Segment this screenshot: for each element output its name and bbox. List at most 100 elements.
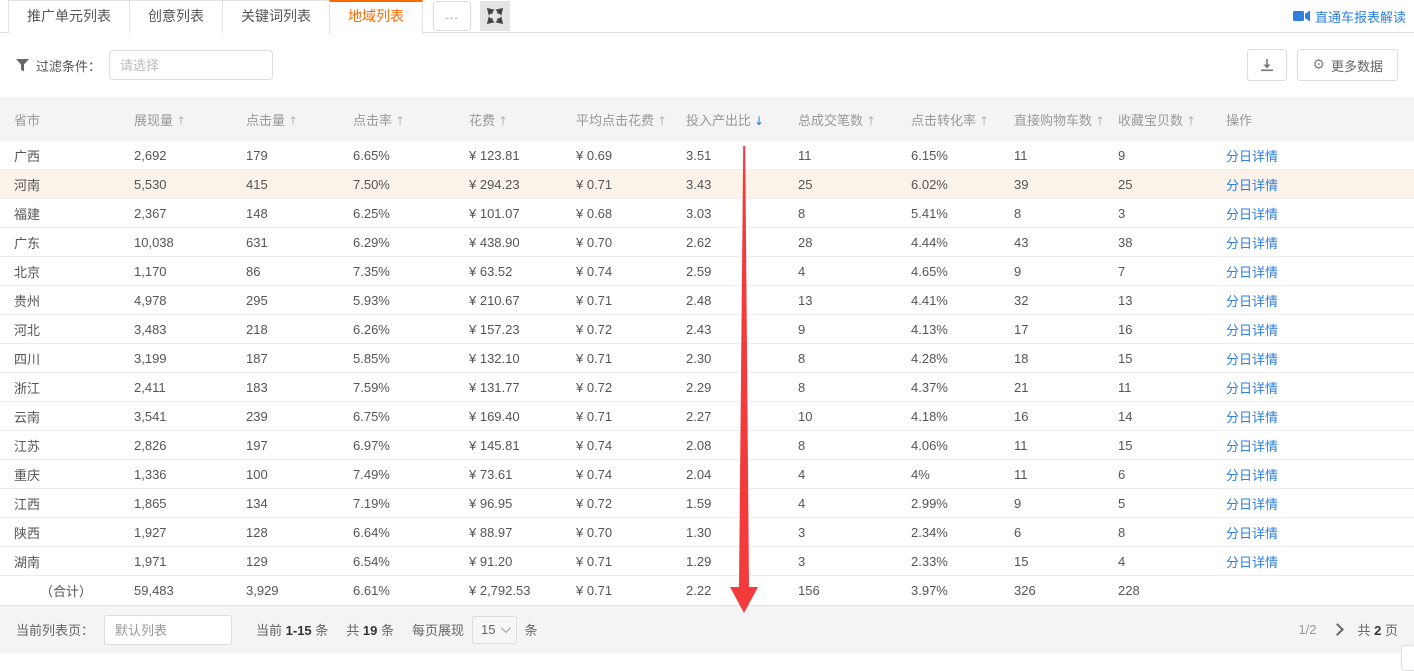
tab-creative-list[interactable]: 创意列表 (129, 0, 223, 33)
daily-detail-link[interactable]: 分日详情 (1226, 352, 1278, 367)
value-cell: 1,927 (134, 525, 246, 540)
province-cell: （合计） (0, 581, 134, 600)
report-interpretation-link[interactable]: 直通车报表解读 (1293, 7, 1406, 26)
value-cell: 7.49% (353, 467, 469, 482)
daily-detail-link[interactable]: 分日详情 (1226, 497, 1278, 512)
action-cell: 分日详情 (1226, 175, 1414, 194)
tab-region-list[interactable]: 地域列表 (329, 0, 423, 34)
table-row: 贵州4,9782955.93%¥ 210.67¥ 0.712.48134.41%… (0, 286, 1414, 315)
filter-select-input[interactable] (109, 50, 273, 80)
value-cell: 6.54% (353, 554, 469, 569)
tab-promotion-unit-list[interactable]: 推广单元列表 (8, 0, 130, 33)
value-cell: 16 (1014, 409, 1118, 424)
tab-keyword-list[interactable]: 关键词列表 (222, 0, 330, 33)
value-cell: 295 (246, 293, 353, 308)
column-header[interactable]: 花费↑ (469, 110, 576, 129)
value-cell: 6.25% (353, 206, 469, 221)
value-cell: 8 (798, 380, 911, 395)
page-size-select[interactable]: 15 (472, 616, 516, 644)
value-cell: 3,541 (134, 409, 246, 424)
value-cell: 4.18% (911, 409, 1014, 424)
next-page-button[interactable] (1331, 623, 1344, 636)
daily-detail-link[interactable]: 分日详情 (1226, 468, 1278, 483)
download-button[interactable] (1247, 49, 1287, 81)
sort-up-icon[interactable]: ↑ (498, 114, 508, 128)
province-cell: 广东 (0, 233, 134, 252)
value-cell: 11 (1014, 467, 1118, 482)
value-cell: 11 (1014, 438, 1118, 453)
per-page-label: 每页展现 (412, 620, 464, 639)
daily-detail-link[interactable]: 分日详情 (1226, 410, 1278, 425)
floating-widget-edge[interactable] (1401, 645, 1414, 671)
table-row: 江西1,8651347.19%¥ 96.95¥ 0.721.5942.99%95… (0, 489, 1414, 518)
value-cell: 8 (798, 206, 911, 221)
column-header[interactable]: 平均点击花费↑ (576, 110, 686, 129)
fullscreen-button[interactable] (480, 1, 510, 31)
province-cell: 陕西 (0, 523, 134, 542)
action-cell: 分日详情 (1226, 465, 1414, 484)
daily-detail-link[interactable]: 分日详情 (1226, 236, 1278, 251)
value-cell: ¥ 0.71 (576, 554, 686, 569)
province-cell: 浙江 (0, 378, 134, 397)
sort-up-icon[interactable]: ↑ (288, 114, 298, 128)
province-cell: 湖南 (0, 552, 134, 571)
value-cell: 2.62 (686, 235, 798, 250)
sort-up-icon[interactable]: ↑ (657, 114, 667, 128)
column-header[interactable]: 点击转化率↑ (911, 110, 1014, 129)
value-cell: 9 (1014, 496, 1118, 511)
value-cell: 25 (1118, 177, 1226, 192)
value-cell: 6 (1118, 467, 1226, 482)
column-header[interactable]: 直接购物车数↑ (1014, 110, 1118, 129)
value-cell: ¥ 0.72 (576, 496, 686, 511)
value-cell: 2.08 (686, 438, 798, 453)
list-page-select[interactable]: 默认列表 (104, 615, 232, 645)
column-header: 操作 (1226, 110, 1414, 129)
value-cell: 3.51 (686, 148, 798, 163)
value-cell: 1.29 (686, 554, 798, 569)
daily-detail-link[interactable]: 分日详情 (1226, 149, 1278, 164)
more-data-button[interactable]: ⚙ 更多数据 (1297, 49, 1398, 81)
daily-detail-link[interactable]: 分日详情 (1226, 526, 1278, 541)
sort-up-icon[interactable]: ↑ (1186, 114, 1196, 128)
daily-detail-link[interactable]: 分日详情 (1226, 381, 1278, 396)
column-header[interactable]: 收藏宝贝数↑ (1118, 110, 1226, 129)
daily-detail-link[interactable]: 分日详情 (1226, 265, 1278, 280)
value-cell: 11 (798, 148, 911, 163)
sort-up-icon[interactable]: ↑ (866, 114, 876, 128)
more-tabs-button[interactable]: ... (433, 1, 471, 31)
value-cell: 13 (798, 293, 911, 308)
sort-up-icon[interactable]: ↑ (395, 114, 405, 128)
value-cell: 197 (246, 438, 353, 453)
sort-up-icon[interactable]: ↑ (979, 114, 989, 128)
column-header[interactable]: 总成交笔数↑ (798, 110, 911, 129)
value-cell: ¥ 132.10 (469, 351, 576, 366)
daily-detail-link[interactable]: 分日详情 (1226, 207, 1278, 222)
daily-detail-link[interactable]: 分日详情 (1226, 323, 1278, 338)
value-cell: 2.59 (686, 264, 798, 279)
value-cell: 7.59% (353, 380, 469, 395)
list-page-select-value: 默认列表 (115, 620, 167, 639)
column-header[interactable]: 点击量↑ (246, 110, 353, 129)
page-size-value: 15 (481, 622, 495, 637)
value-cell: 1,971 (134, 554, 246, 569)
daily-detail-link[interactable]: 分日详情 (1226, 439, 1278, 454)
value-cell: 2,826 (134, 438, 246, 453)
sort-up-icon[interactable]: ↑ (176, 114, 186, 128)
action-cell: 分日详情 (1226, 523, 1414, 542)
value-cell: ¥ 0.72 (576, 322, 686, 337)
sort-down-icon[interactable]: ↓ (754, 114, 764, 128)
value-cell: 2.22 (686, 583, 798, 598)
value-cell: ¥ 0.69 (576, 148, 686, 163)
sort-up-icon[interactable]: ↑ (1095, 114, 1105, 128)
table-row: 福建2,3671486.25%¥ 101.07¥ 0.683.0385.41%8… (0, 199, 1414, 228)
daily-detail-link[interactable]: 分日详情 (1226, 294, 1278, 309)
value-cell: ¥ 0.74 (576, 438, 686, 453)
province-cell: 江苏 (0, 436, 134, 455)
value-cell: 6.65% (353, 148, 469, 163)
daily-detail-link[interactable]: 分日详情 (1226, 178, 1278, 193)
column-header[interactable]: 投入产出比↓ (686, 110, 798, 129)
column-header[interactable]: 点击率↑ (353, 110, 469, 129)
value-cell: 11 (1118, 380, 1226, 395)
daily-detail-link[interactable]: 分日详情 (1226, 555, 1278, 570)
column-header[interactable]: 展现量↑ (134, 110, 246, 129)
